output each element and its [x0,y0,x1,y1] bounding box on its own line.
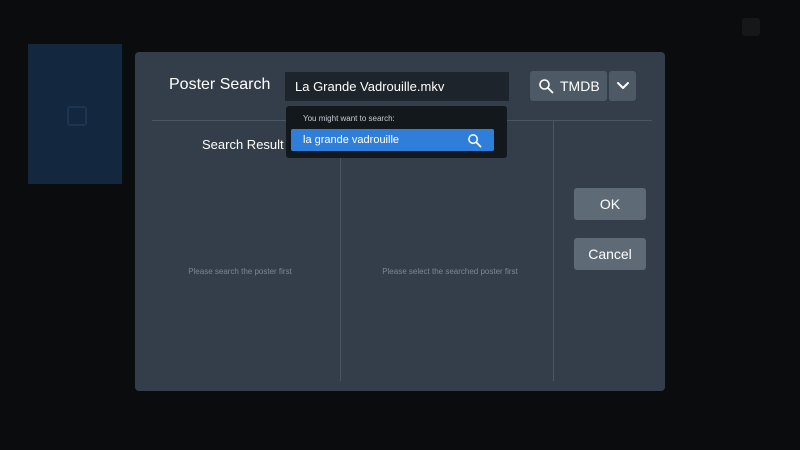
search-input[interactable]: La Grande Vadrouille.mkv [285,72,509,101]
poster-placeholder-icon [67,106,87,126]
search-suggestions-popup: You might want to search: la grande vadr… [286,106,507,158]
background-header [70,18,76,39]
search-icon [539,79,554,94]
source-button-label: TMDB [560,78,600,94]
poster-search-dialog: Poster Search La Grande Vadrouille.mkv T… [135,52,665,391]
column-divider-left [340,121,341,381]
poster-preview-placeholder: Please select the searched poster first [382,267,518,276]
suggestions-heading: You might want to search: [303,114,395,123]
tmdb-source-button[interactable]: TMDB [530,71,607,101]
search-icon [468,133,482,147]
suggestion-label: la grande vadrouille [303,134,400,146]
ok-button[interactable]: OK [574,188,646,220]
chevron-down-icon [616,82,629,89]
suggestion-item[interactable]: la grande vadrouille [291,129,494,151]
column-divider-right [553,121,554,381]
background-poster-tile [28,44,122,184]
source-dropdown-button[interactable] [609,71,636,101]
search-result-title: Search Result [202,137,284,152]
background-close-icon [742,18,760,36]
dialog-title: Poster Search [169,76,271,93]
cancel-button[interactable]: Cancel [574,238,646,270]
search-result-placeholder: Please search the poster first [188,267,292,276]
